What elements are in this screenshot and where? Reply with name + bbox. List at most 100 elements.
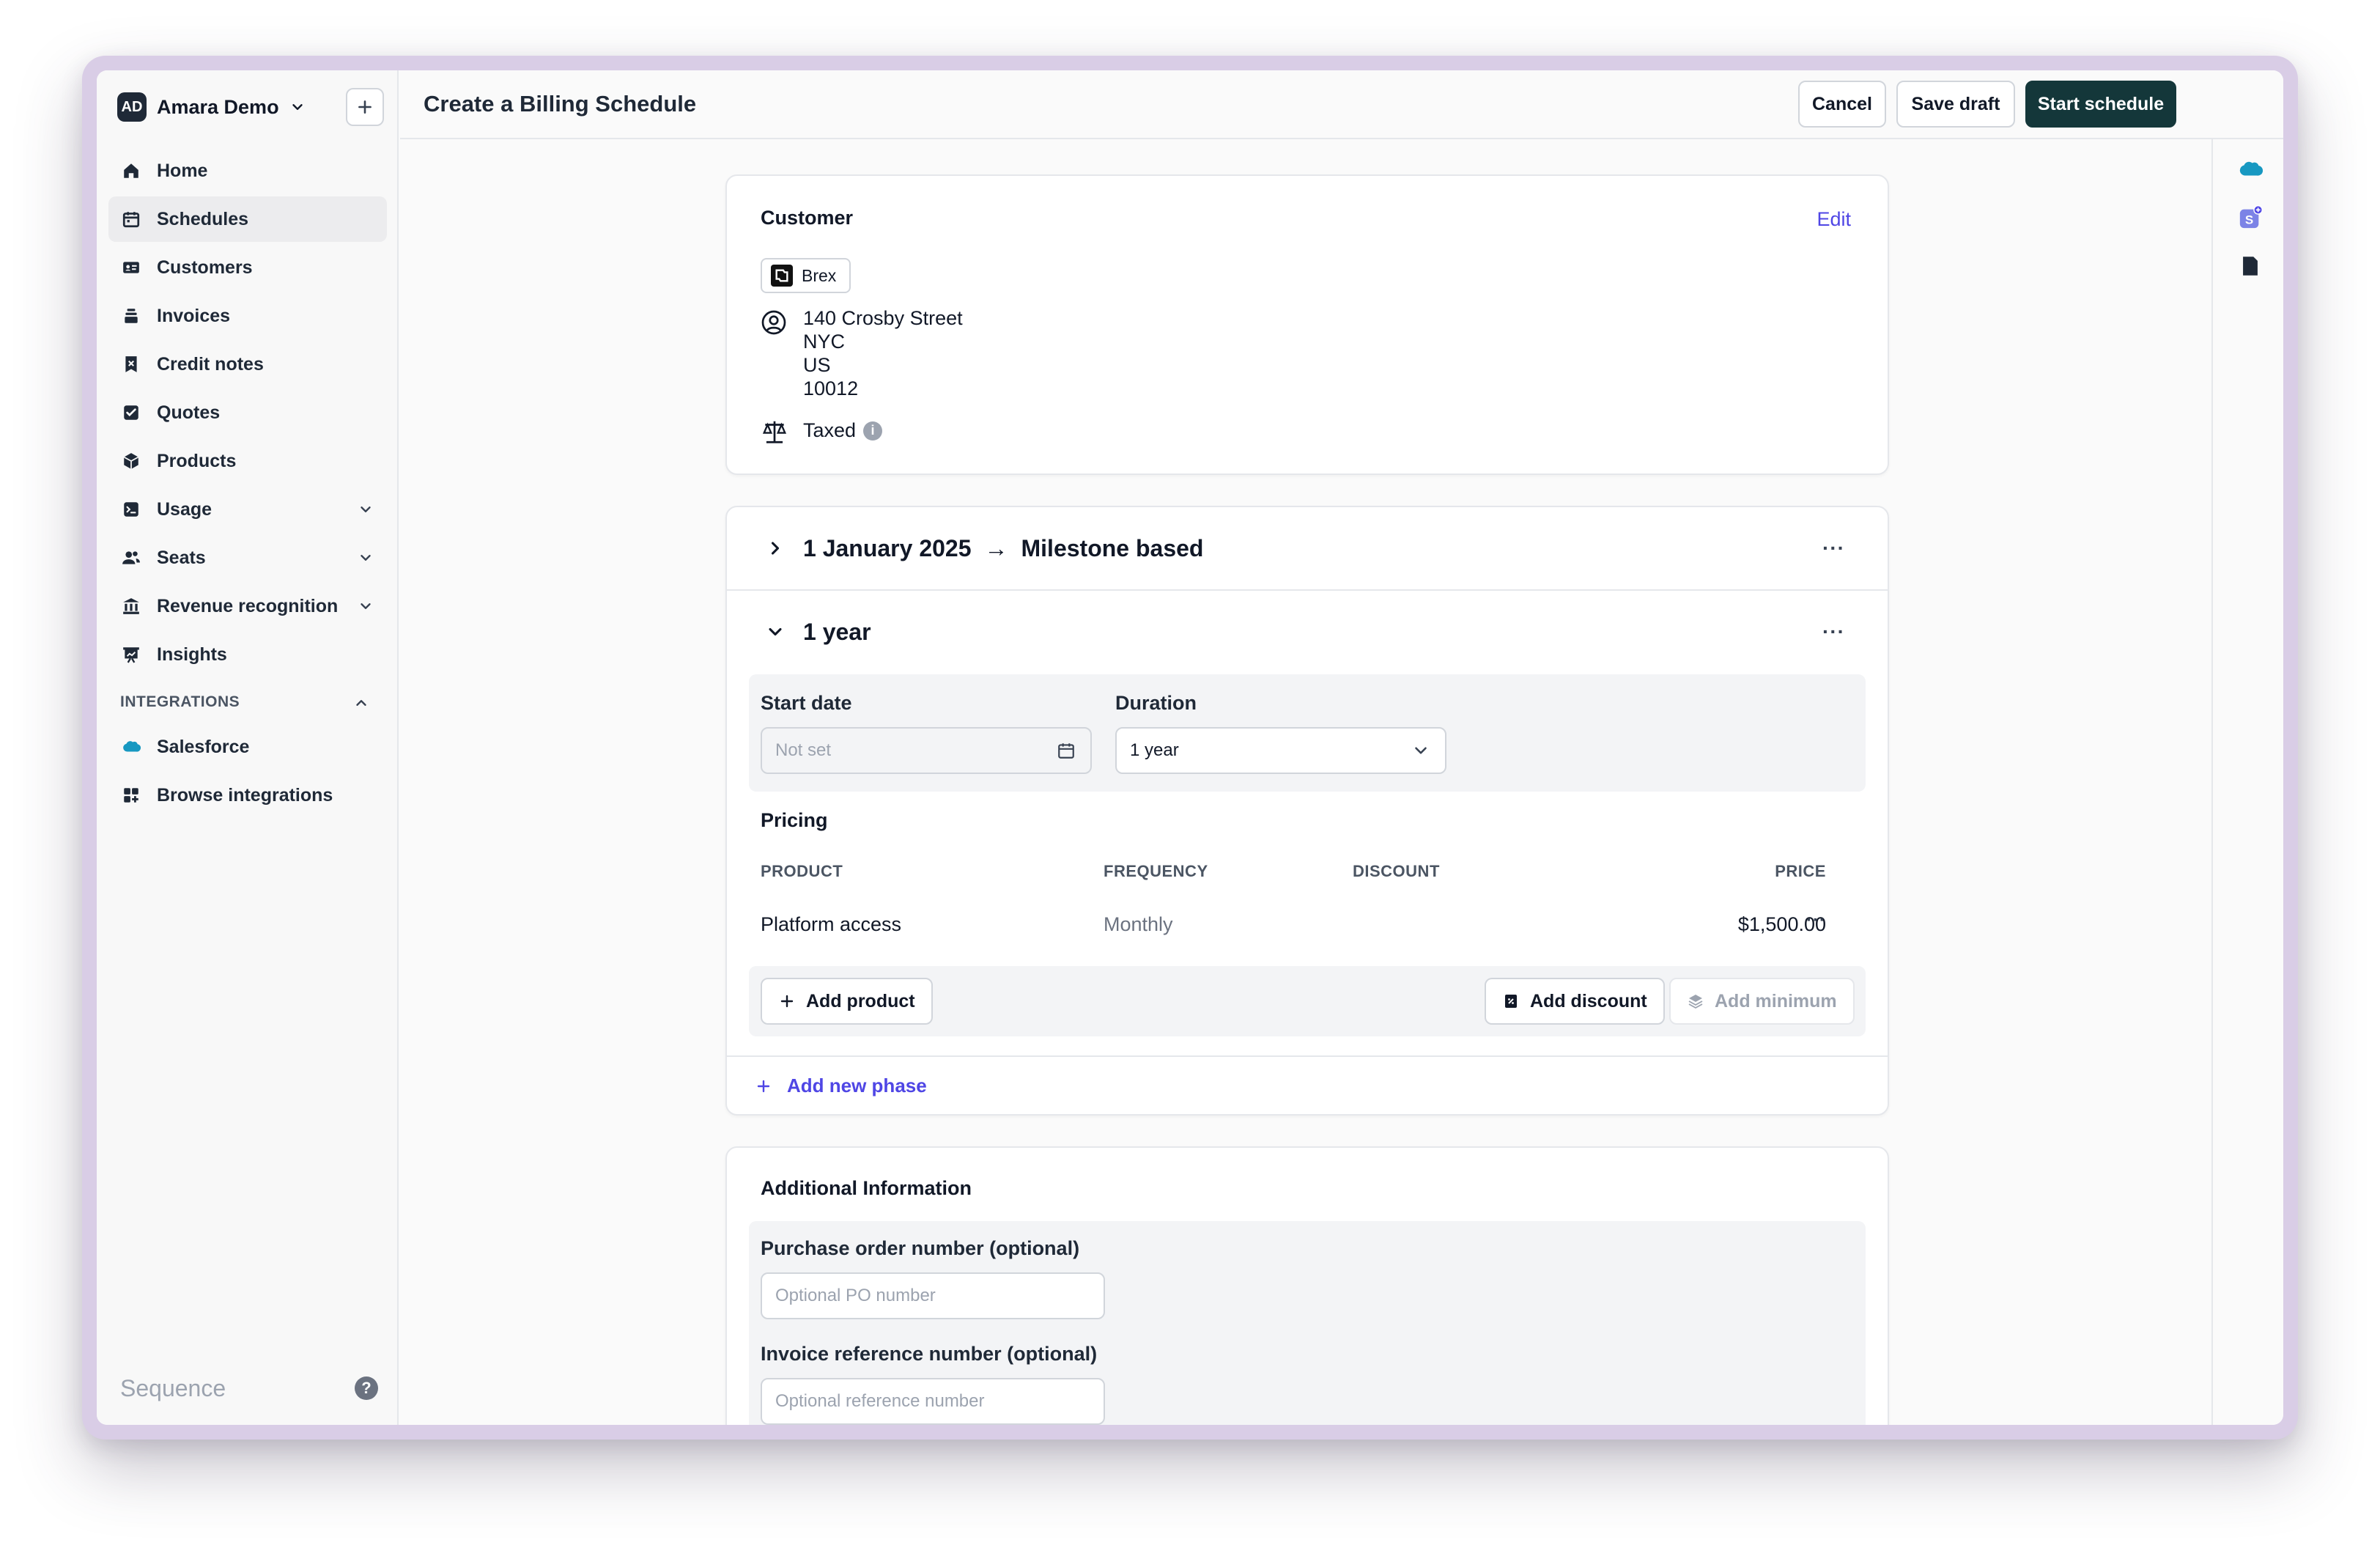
chevron-right-icon[interactable]: [765, 538, 786, 559]
chevron-down-icon: [1415, 747, 1427, 754]
grid-plus-icon: [124, 788, 138, 803]
phase-duration-title: 1 year: [803, 618, 871, 645]
nav-usage[interactable]: Usage: [108, 487, 387, 532]
terminal-icon: [124, 502, 138, 517]
nav-label: Credit notes: [157, 353, 264, 375]
chevron-up-icon[interactable]: [353, 695, 369, 711]
tax-status: Taxed i: [803, 419, 883, 442]
id-card-icon: [123, 262, 139, 273]
address-line: 140 Crosby Street: [803, 307, 963, 329]
po-number-label: Purchase order number (optional): [761, 1237, 1080, 1259]
customer-heading: Customer: [761, 207, 854, 229]
nav-label: Insights: [157, 644, 227, 665]
calendar-icon: [1058, 743, 1074, 759]
nav-seats[interactable]: Seats: [108, 535, 387, 580]
nav-salesforce[interactable]: Salesforce: [108, 724, 387, 770]
address-city: NYC: [803, 331, 846, 353]
add-product-button[interactable]: Add product: [761, 978, 933, 1025]
plus-icon: [780, 995, 794, 1008]
po-number-input[interactable]: Optional PO number: [761, 1272, 1105, 1319]
duration-label: Duration: [1115, 692, 1197, 714]
nav-label: Schedules: [157, 208, 249, 229]
nav-browse-integrations[interactable]: Browse integrations: [108, 773, 387, 818]
save-draft-button[interactable]: Save draft: [1896, 81, 2015, 128]
layers-icon: [1688, 995, 1703, 1009]
row-more-options-icon[interactable]: ···: [1806, 910, 1826, 931]
customer-card: Customer Edit Brex 140 Crosby Street NYC…: [725, 174, 1889, 475]
nav-label: Home: [157, 160, 208, 181]
customer-name: Brex: [802, 265, 837, 285]
add-minimum-button[interactable]: Add minimum: [1669, 978, 1855, 1025]
document-icon[interactable]: [2238, 254, 2263, 279]
bank-icon: [123, 598, 139, 614]
nav-label: Revenue recognition: [157, 595, 339, 616]
nav-credit-notes[interactable]: Credit notes: [108, 342, 387, 387]
help-icon[interactable]: ?: [355, 1376, 378, 1400]
more-options-icon[interactable]: ···: [1822, 537, 1845, 560]
org-switcher[interactable]: AD Amara Demo: [117, 89, 306, 125]
chevron-down-icon: [361, 555, 371, 561]
chevron-down-icon[interactable]: [765, 622, 786, 642]
po-number-placeholder: Optional PO number: [775, 1286, 936, 1305]
customer-address: 140 Crosby Street NYC US 10012: [803, 306, 963, 400]
check-document-icon: [124, 405, 138, 420]
page-title: Create a Billing Schedule: [424, 91, 697, 117]
invoice-reference-placeholder: Optional reference number: [775, 1391, 985, 1411]
start-date-placeholder: Not set: [775, 740, 832, 760]
avatar: AD: [117, 92, 147, 122]
main-nav: Home Schedules Customers Invoices Credit…: [108, 148, 387, 680]
more-options-icon[interactable]: ···: [1822, 620, 1845, 644]
nav-label: Invoices: [157, 305, 231, 326]
phase-row-1-year[interactable]: 1 year ···: [727, 591, 1888, 673]
address-zip: 10012: [803, 377, 859, 399]
home-icon: [124, 163, 138, 178]
nav-customers[interactable]: Customers: [108, 245, 387, 290]
nav-label: Browse integrations: [157, 784, 333, 806]
pricing-actions: Add product Add discount Add minimum: [749, 966, 1866, 1036]
column-header-price: PRICE: [1775, 862, 1826, 880]
chevron-down-icon: [361, 506, 371, 512]
user-circle-icon: [761, 310, 786, 335]
add-new-phase-button[interactable]: Add new phase: [755, 1075, 927, 1097]
nav-quotes[interactable]: Quotes: [108, 390, 387, 435]
topbar: Create a Billing Schedule Cancel Save dr…: [400, 70, 2283, 139]
discount-tag-icon: [1505, 995, 1517, 1008]
edit-customer-link[interactable]: Edit: [1817, 208, 1851, 231]
svg-text:S: S: [2245, 213, 2253, 227]
app-window: AD Amara Demo Home Schedules Customers I…: [97, 70, 2283, 1425]
phase-start-date: 1 January 2025: [803, 534, 972, 561]
plus-icon: [757, 1080, 770, 1092]
phases-card: 1 January 2025 → Milestone based ··· 1 y…: [725, 506, 1889, 1116]
add-discount-button[interactable]: Add discount: [1485, 978, 1665, 1025]
info-icon[interactable]: i: [863, 421, 883, 441]
nav-schedules[interactable]: Schedules: [108, 196, 387, 242]
brand-logo: Sequence: [120, 1375, 226, 1401]
phase-title: 1 year: [803, 619, 871, 646]
chevron-down-icon: [292, 104, 303, 110]
nav-products[interactable]: Products: [108, 438, 387, 484]
tax-status-label: Taxed: [803, 419, 857, 441]
nav-label: Seats: [157, 547, 206, 568]
cancel-button[interactable]: Cancel: [1798, 81, 1886, 128]
brex-logo-icon: [771, 265, 793, 287]
phase-row-milestone[interactable]: 1 January 2025 → Milestone based ···: [727, 507, 1888, 589]
invoice-reference-input[interactable]: Optional reference number: [761, 1378, 1105, 1425]
nav-label: Products: [157, 450, 237, 471]
customer-chip[interactable]: Brex: [761, 258, 851, 293]
start-date-input[interactable]: Not set: [761, 727, 1092, 774]
salesforce-cloud-icon[interactable]: [2238, 157, 2263, 182]
create-button[interactable]: [346, 88, 384, 126]
nav-revenue-recognition[interactable]: Revenue recognition: [108, 583, 387, 629]
box-icon: [123, 453, 139, 469]
divider: [727, 1055, 1888, 1057]
pricing-heading: Pricing: [761, 809, 828, 831]
additional-info-fields: Purchase order number (optional) Optiona…: [749, 1221, 1866, 1425]
start-schedule-button[interactable]: Start schedule: [2025, 81, 2176, 128]
nav-home[interactable]: Home: [108, 148, 387, 194]
stripe-badge-icon[interactable]: S: [2238, 205, 2263, 230]
nav-insights[interactable]: Insights: [108, 632, 387, 677]
stack-icon: [125, 309, 138, 323]
duration-select[interactable]: 1 year: [1115, 727, 1446, 774]
nav-invoices[interactable]: Invoices: [108, 293, 387, 339]
add-minimum-label: Add minimum: [1715, 990, 1837, 1011]
